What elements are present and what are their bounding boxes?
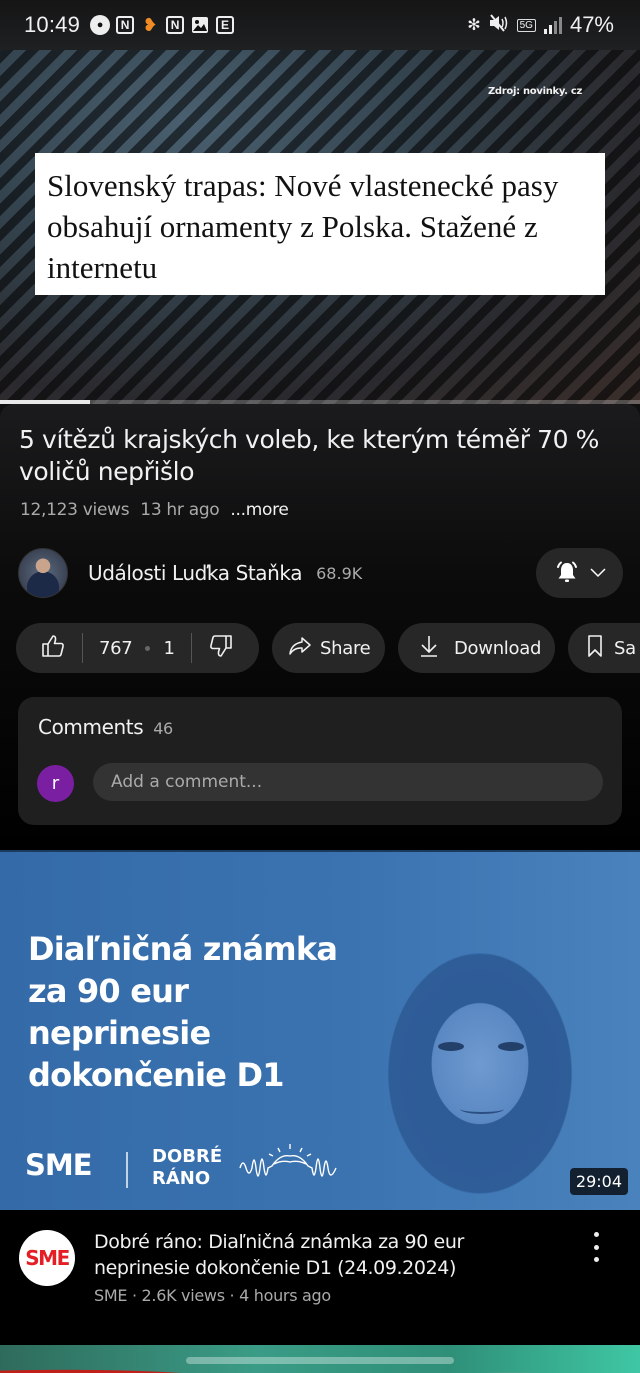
status-bar: 10:49 ● N ❥ N E ✻ 5G 47% [0, 0, 640, 50]
dislike-button[interactable] [208, 633, 234, 664]
gallery-icon [190, 15, 210, 35]
like-dislike-group: 767 1 [16, 623, 259, 673]
view-count: 12,123 views [20, 500, 130, 520]
orange-heart-app-icon: ❥ [142, 14, 158, 35]
video-meta[interactable]: 12,123 views 13 hr ago ...more [20, 500, 289, 520]
bookmark-icon [586, 634, 604, 663]
status-time: 10:49 [24, 12, 81, 37]
bluetooth-icon: ✻ [467, 17, 481, 34]
video-info-panel: 5 vítězů krajských voleb, ke kterým témě… [0, 404, 640, 850]
share-label: Share [320, 637, 371, 659]
comments-header: Comments 46 [38, 715, 173, 739]
divider [190, 633, 192, 663]
thumbnail-show-name: DOBRÉ RÁNO [152, 1146, 223, 1189]
comments-count: 46 [153, 719, 173, 738]
next-video-info[interactable]: SME Dobré ráno: Diaľničná známka za 90 e… [0, 1210, 640, 1345]
bell-ringing-icon [554, 560, 580, 586]
comments-section[interactable]: Comments 46 r [18, 697, 622, 825]
save-button[interactable]: Sa [568, 623, 640, 673]
channel-row: Události Luďka Staňka 68.9K [18, 547, 623, 599]
n-app-icon: N [116, 16, 135, 34]
chat-bubble-lock-icon: ● [90, 15, 111, 35]
subscriber-count: 68.9K [316, 563, 363, 583]
presenter-photo [360, 892, 600, 1210]
signal-icon [543, 16, 562, 34]
video-frame-headline: Slovenský trapas: Nové vlastenecké pasy … [35, 153, 605, 295]
dislike-count: 1 [163, 637, 175, 659]
e-app-icon: E [216, 16, 235, 34]
home-gesture-bar[interactable] [186, 1357, 454, 1364]
n-app-icon: N [166, 16, 185, 34]
more-options-icon[interactable] [584, 1232, 608, 1262]
sunrise-wave-icon [239, 1144, 337, 1177]
channel-name[interactable]: Události Luďka Staňka [88, 561, 303, 585]
comments-label: Comments [38, 715, 144, 739]
channel-avatar-sme[interactable]: SME [19, 1230, 75, 1286]
thumbnail-brand: SME [25, 1148, 93, 1182]
download-button[interactable]: Download [398, 623, 555, 673]
more-link[interactable]: ...more [230, 500, 288, 520]
upload-age: 13 hr ago [140, 500, 220, 520]
like-count[interactable]: 767 [99, 638, 133, 659]
divider [82, 633, 83, 663]
download-label: Download [454, 637, 542, 659]
add-comment-input[interactable] [93, 763, 603, 801]
thumbnail-title: Diaľničná známka za 90 eur neprinesie do… [28, 930, 338, 1094]
next-video-meta: SME · 2.6K views · 4 hours ago [94, 1286, 331, 1305]
next-video-title[interactable]: Dobré ráno: Diaľničná známka za 90 eur n… [94, 1229, 554, 1281]
like-button[interactable] [40, 633, 66, 664]
save-label: Sa [614, 637, 636, 659]
5g-icon: 5G [516, 18, 536, 32]
video-title[interactable]: 5 vítězů krajských voleb, ke kterým témě… [19, 424, 624, 488]
duration-badge: 29:04 [569, 1168, 628, 1195]
source-label: Zdroj: novinky. cz [487, 86, 582, 97]
notifications-button[interactable] [536, 548, 623, 598]
next-video-thumbnail[interactable]: Diaľničná známka za 90 eur neprinesie do… [0, 850, 640, 1210]
share-button[interactable]: Share [272, 623, 385, 673]
user-avatar: r [37, 765, 74, 802]
share-arrow-icon [288, 635, 312, 662]
battery-level: 47% [569, 12, 614, 37]
chevron-down-icon [589, 568, 606, 578]
actions-row: 767 1 Share Download Sa [16, 623, 640, 673]
download-icon [418, 634, 440, 663]
separator-dot [145, 645, 151, 651]
video-player[interactable]: Zdroj: novinky. cz Slovenský trapas: Nov… [0, 0, 640, 404]
thumbnail-divider [126, 1152, 128, 1188]
mute-icon [489, 13, 509, 37]
channel-avatar[interactable] [18, 548, 68, 598]
